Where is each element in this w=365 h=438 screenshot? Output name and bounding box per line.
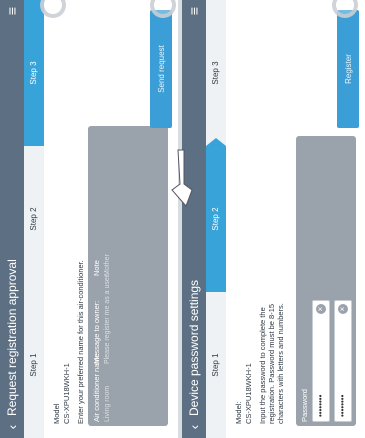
step-indicator: Step 1 Step 2 Step 3 [24, 0, 44, 438]
confirm-password-value: •••••••• [338, 394, 347, 417]
password-value: •••••••• [316, 394, 325, 417]
ac-name-field[interactable]: Living room [104, 386, 111, 422]
register-button[interactable]: Register [337, 10, 359, 128]
pointing-hand-icon [171, 149, 193, 207]
back-chevron-icon[interactable]: ‹ [186, 416, 202, 438]
hamburger-menu-icon[interactable]: ≡ [4, 0, 20, 22]
message-label: Message to owner: [92, 300, 101, 364]
title-bar: ‹ Device password settings ≡ [182, 0, 206, 438]
model-value: CS-XPU18WKH-1 [62, 363, 71, 424]
password-label: Password [300, 389, 309, 422]
model-label: Model: [234, 401, 243, 424]
hamburger-menu-icon[interactable]: ≡ [186, 0, 202, 22]
request-registration-screen: ‹ Request registration approval ≡ Step 1… [0, 0, 178, 438]
back-chevron-icon[interactable]: ‹ [4, 416, 20, 438]
step-1: Step 1 [211, 353, 220, 377]
name-prompt: Enter your preferred name for this air-c… [76, 260, 85, 424]
request-form-panel: Air conditioner name Living room Message… [88, 126, 168, 426]
step-3-active: Step 3 [24, 0, 44, 146]
device-password-screen: ‹ Device password settings ≡ Step 1 Step… [182, 0, 365, 438]
model-label: Model [52, 403, 61, 424]
step-2-active: Step 2 [206, 146, 226, 292]
clear-field-icon[interactable]: × [338, 304, 348, 314]
clear-field-icon[interactable]: × [316, 304, 326, 314]
title-bar: ‹ Request registration approval ≡ [0, 0, 24, 438]
password-form-panel: Password •••••••• × •••••••• × [296, 136, 356, 426]
send-request-button[interactable]: Send request [150, 10, 172, 128]
note-field[interactable]: Mother [104, 254, 111, 276]
rotated-stage: ‹ Request registration approval ≡ Step 1… [0, 0, 365, 438]
instruction-text: Input the password to complete the regis… [258, 303, 285, 424]
step-2: Step 2 [29, 207, 38, 231]
note-label: Note [92, 260, 101, 276]
step-1: Step 1 [29, 353, 38, 377]
step-indicator: Step 1 Step 2 Step 3 [206, 0, 226, 438]
page-title: Request registration approval [5, 259, 19, 416]
page-title: Device password settings [187, 279, 201, 416]
step-3: Step 3 [211, 61, 220, 85]
confirm-password-field[interactable]: •••••••• × [334, 300, 352, 422]
model-value: CS-XPU18WKH-1 [244, 363, 253, 424]
password-field[interactable]: •••••••• × [312, 300, 330, 422]
